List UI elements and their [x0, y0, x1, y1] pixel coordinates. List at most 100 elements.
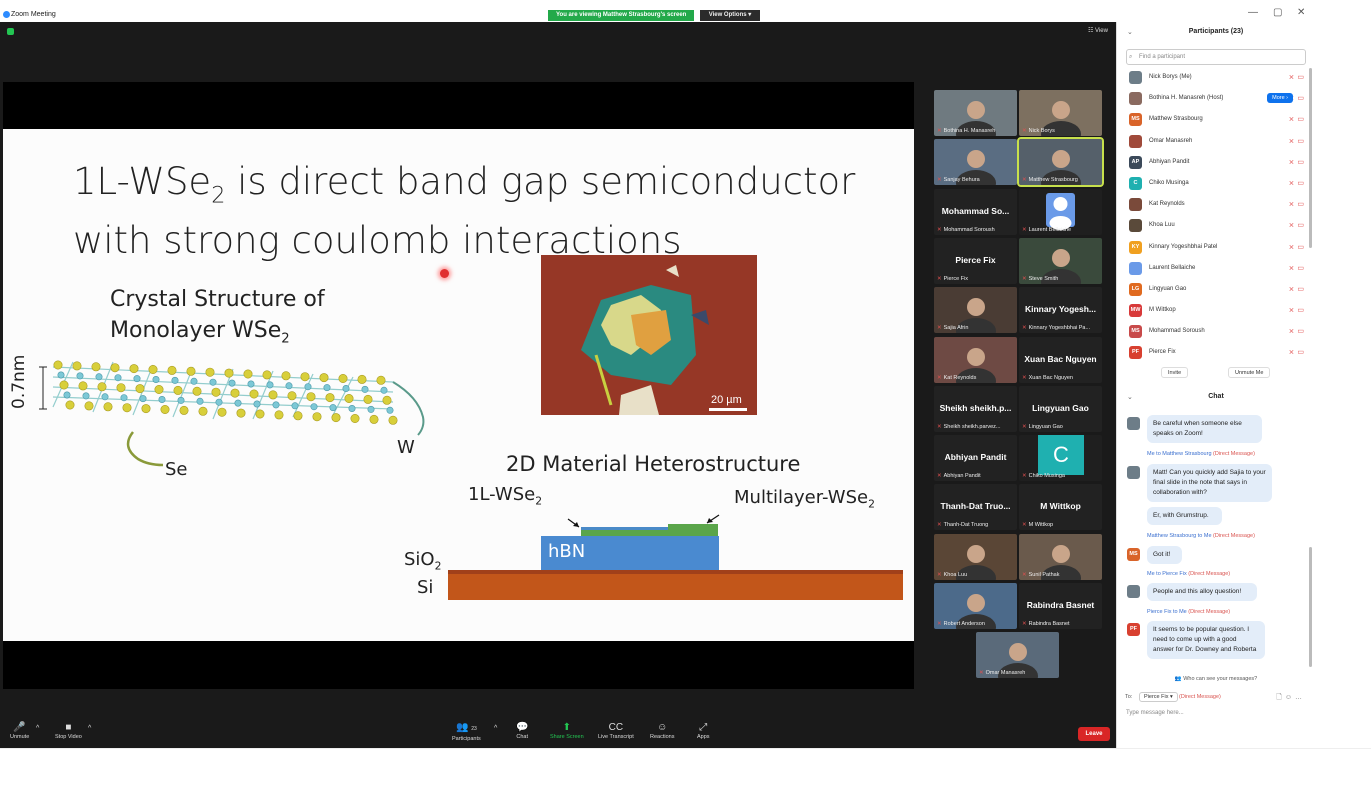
video-tile[interactable]: ✕ Nick Borys [1019, 90, 1102, 136]
tungsten-atom [76, 372, 84, 380]
video-tile[interactable]: ✕ Sunil Pathak [1019, 533, 1102, 580]
apps-label: Apps [697, 734, 710, 740]
share-screen-button[interactable]: ⬆ Share Screen [550, 721, 584, 740]
participant-row[interactable]: AP Abhiyan Pandit ⨯▭ [1127, 153, 1307, 174]
mic-camera-status-icon: ⨯▭ [1288, 179, 1307, 187]
tungsten-atom [247, 380, 255, 388]
search-icon: ⌕ [1129, 54, 1133, 60]
more-icon[interactable]: … [1295, 694, 1305, 701]
video-tile[interactable]: ✕ Steve Smith [1019, 237, 1102, 284]
participant-search-input[interactable]: ⌕ Find a participant [1126, 49, 1306, 65]
file-icon[interactable]: 🗋 [1276, 694, 1285, 701]
video-options-caret[interactable]: ^ [88, 725, 91, 732]
selenium-atom [306, 392, 316, 402]
participant-row[interactable]: MS Mohammad Soroush ⨯▭ [1127, 322, 1307, 343]
avatar: AP [1129, 155, 1142, 169]
video-tile[interactable]: Rabindra Basnet ✕ Rabindra Basnet [1019, 583, 1102, 629]
direct-message-tag: (Direct Message) [1213, 533, 1255, 539]
leave-button[interactable]: Leave [1078, 727, 1110, 741]
avatar: PF [1127, 623, 1140, 636]
unmute-me-button[interactable]: Unmute Me [1228, 367, 1271, 378]
video-tile[interactable]: M Wittkop ✕ M Wittkop [1019, 484, 1102, 531]
participants-button[interactable]: 👥 23 Participants [452, 721, 481, 742]
tile-name: ✕ Sheikh sheikh.parvez... [937, 423, 1001, 430]
tile-name: ✕ Mohammad Soroush [937, 226, 995, 233]
view-options-button[interactable]: View Options ▾ [700, 10, 760, 21]
participant-row[interactable]: Kat Reynolds ⨯▭ [1127, 195, 1307, 216]
video-tile[interactable]: C ✕ Chiko Musinga [1019, 435, 1102, 482]
video-tile[interactable]: ✕ Sajia Afrin [934, 287, 1017, 334]
maximize-button[interactable]: ▢ [1273, 7, 1282, 18]
participants-count: 23 [471, 726, 477, 732]
chat-scrollbar[interactable] [1309, 547, 1312, 667]
video-tile[interactable]: Xuan Bac Nguyen ✕ Xuan Bac Nguyen [1019, 336, 1102, 383]
video-tile[interactable]: Lingyuan Gao ✕ Lingyuan Gao [1019, 385, 1102, 432]
more-button[interactable]: More › [1267, 93, 1293, 104]
muted-mic-icon: ✕ [1022, 571, 1027, 578]
video-tile[interactable]: Mohammad So... ✕ Mohammad Soroush [934, 188, 1017, 235]
participant-row[interactable]: PF Pierce Fix ⨯▭ [1127, 343, 1307, 364]
participant-row[interactable]: Laurent Bellaiche ⨯▭ [1127, 259, 1307, 280]
video-tile[interactable]: Sheikh sheikh.p... ✕ Sheikh sheikh.parvez.… [934, 385, 1017, 432]
participant-row[interactable]: KY Kinnary Yogeshbhai Patel ⨯▭ [1127, 238, 1307, 259]
reactions-button[interactable]: ☺ Reactions [650, 721, 674, 740]
participants-options-caret[interactable]: ^ [494, 725, 497, 732]
video-tile[interactable]: ✕ Bothina H. Manasreh [934, 90, 1017, 136]
video-tile[interactable]: ✕ Robert Anderson [934, 583, 1017, 629]
mic-camera-status-icon: ⨯▭ [1288, 74, 1307, 81]
participant-row[interactable]: Bothina H. Manasreh (Host) ⨯▭ More › [1127, 89, 1307, 110]
selenium-atom [249, 389, 259, 399]
chat-button[interactable]: 💬 Chat [516, 721, 528, 740]
video-tile[interactable]: ✕ Sanjay Behura [934, 139, 1017, 186]
participant-row[interactable]: C Chiko Musinga ⨯▭ [1127, 174, 1307, 195]
participant-row[interactable]: MS Matthew Strasbourg ⨯▭ [1127, 110, 1307, 131]
unmute-button[interactable]: 🎤 Unmute [10, 721, 29, 740]
muted-mic-icon: ✕ [937, 325, 942, 332]
who-can-see-link[interactable]: 👥 Who can see your messages? [1117, 676, 1315, 682]
video-tile[interactable]: Pierce Fix ✕ Pierce Fix [934, 237, 1017, 284]
audio-options-caret[interactable]: ^ [36, 725, 39, 732]
video-tile[interactable]: Thanh-Dat Truo... ✕ Thanh-Dat Truong [934, 484, 1017, 531]
avatar [1127, 417, 1140, 430]
live-transcript-button[interactable]: CC Live Transcript [598, 721, 634, 740]
invite-button[interactable]: Invite [1161, 367, 1189, 378]
slide-title-part: 1L-WSe [73, 160, 212, 203]
close-button[interactable]: ✕ [1297, 7, 1305, 18]
selenium-atom [179, 405, 189, 415]
participant-row[interactable]: Nick Borys (Me) ⨯▭ [1127, 68, 1307, 89]
tile-name: ✕ Kinnary Yogeshbhai Pa... [1022, 325, 1091, 332]
selenium-atom [217, 407, 227, 417]
apps-button[interactable]: ⤢ Apps [697, 721, 710, 740]
chat-message-input[interactable]: Type message here... [1126, 710, 1184, 716]
participant-row[interactable]: LG Lingyuan Gao ⨯▭ [1127, 280, 1307, 301]
selenium-atom [325, 393, 335, 403]
video-tile[interactable]: Abhiyan Pandit ✕ Abhiyan Pandit [934, 435, 1017, 482]
security-shield-icon[interactable] [7, 28, 14, 35]
video-tile[interactable]: ✕ Laurent Bellaiche [1019, 188, 1102, 235]
lattice-atoms [53, 360, 398, 425]
participant-row[interactable]: Khoa Luu ⨯▭ [1127, 216, 1307, 237]
participant-row[interactable]: MW M Wittkop ⨯▭ [1127, 301, 1307, 322]
video-tile[interactable]: ✕ Omar Manasreh [976, 632, 1059, 679]
video-tile[interactable]: ✕ Kat Reynolds [934, 336, 1017, 383]
minimize-button[interactable]: — [1248, 7, 1258, 18]
participants-scrollbar[interactable] [1309, 68, 1312, 248]
stop-video-button[interactable]: ■ Stop Video [55, 721, 82, 740]
recipient-select[interactable]: Pierce Fix ▾ [1139, 692, 1178, 702]
tile-name: ✕ Sunil Pathak [1022, 571, 1060, 578]
unmute-label: Unmute [10, 734, 30, 740]
participants-label: Participants [452, 736, 481, 742]
muted-mic-icon: ✕ [937, 571, 942, 578]
selenium-atom [369, 414, 379, 424]
video-tile[interactable]: Kinnary Yogesh... ✕ Kinnary Yogeshbhai Pa.… [1019, 287, 1102, 334]
tungsten-atom [380, 386, 388, 394]
view-button[interactable]: ☷ View [1088, 27, 1108, 34]
video-tile[interactable]: ✕ Khoa Luu [934, 533, 1017, 580]
emoji-icon[interactable]: ☺ [1285, 694, 1295, 701]
avatar: MS [1129, 113, 1142, 127]
participant-row[interactable]: Omar Manasreh ⨯▭ [1127, 132, 1307, 153]
slide-title-subscript: 2 [211, 182, 226, 209]
tile-name: ✕ Robert Anderson [937, 621, 985, 627]
video-tile[interactable]: ✕ Matthew Strasbourg [1017, 137, 1104, 188]
crystal-structure-title: Crystal Structure of Monolayer WSe2 [110, 284, 325, 354]
